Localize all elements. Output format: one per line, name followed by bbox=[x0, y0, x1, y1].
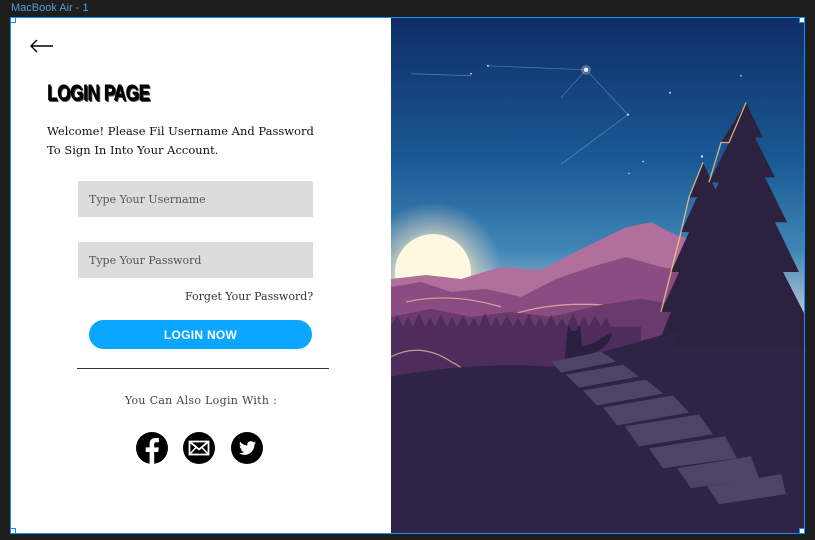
divider bbox=[77, 368, 329, 369]
welcome-line-2: To Sign In Into Your Account. bbox=[47, 143, 219, 157]
login-button[interactable]: LOGIN NOW bbox=[89, 320, 312, 349]
alt-login-label: You Can Also Login With : bbox=[124, 394, 278, 407]
welcome-line-1: Welcome! Please Fil Username And Passwor… bbox=[47, 124, 314, 138]
login-panel: LOGIN PAGE Welcome! Please Fil Username … bbox=[11, 18, 391, 533]
facebook-icon[interactable] bbox=[135, 431, 169, 465]
resize-handle-top-left[interactable] bbox=[11, 18, 16, 23]
twitter-icon[interactable] bbox=[230, 431, 264, 465]
frame-label[interactable]: MacBook Air - 1 bbox=[11, 2, 89, 14]
mail-icon[interactable] bbox=[182, 431, 216, 465]
forgot-password-link[interactable]: Forget Your Password? bbox=[185, 290, 313, 303]
page-title: LOGIN PAGE bbox=[47, 80, 150, 105]
resize-handle-bottom-right[interactable] bbox=[799, 528, 804, 533]
resize-handle-top-right[interactable] bbox=[799, 18, 804, 23]
username-input[interactable] bbox=[78, 181, 313, 217]
landscape-illustration bbox=[391, 18, 804, 533]
back-arrow-icon[interactable] bbox=[29, 38, 55, 54]
resize-handle-bottom-left[interactable] bbox=[11, 528, 16, 533]
welcome-text: Welcome! Please Fil Username And Passwor… bbox=[47, 122, 317, 160]
password-input[interactable] bbox=[78, 242, 313, 278]
artboard-frame: LOGIN PAGE Welcome! Please Fil Username … bbox=[10, 17, 805, 534]
